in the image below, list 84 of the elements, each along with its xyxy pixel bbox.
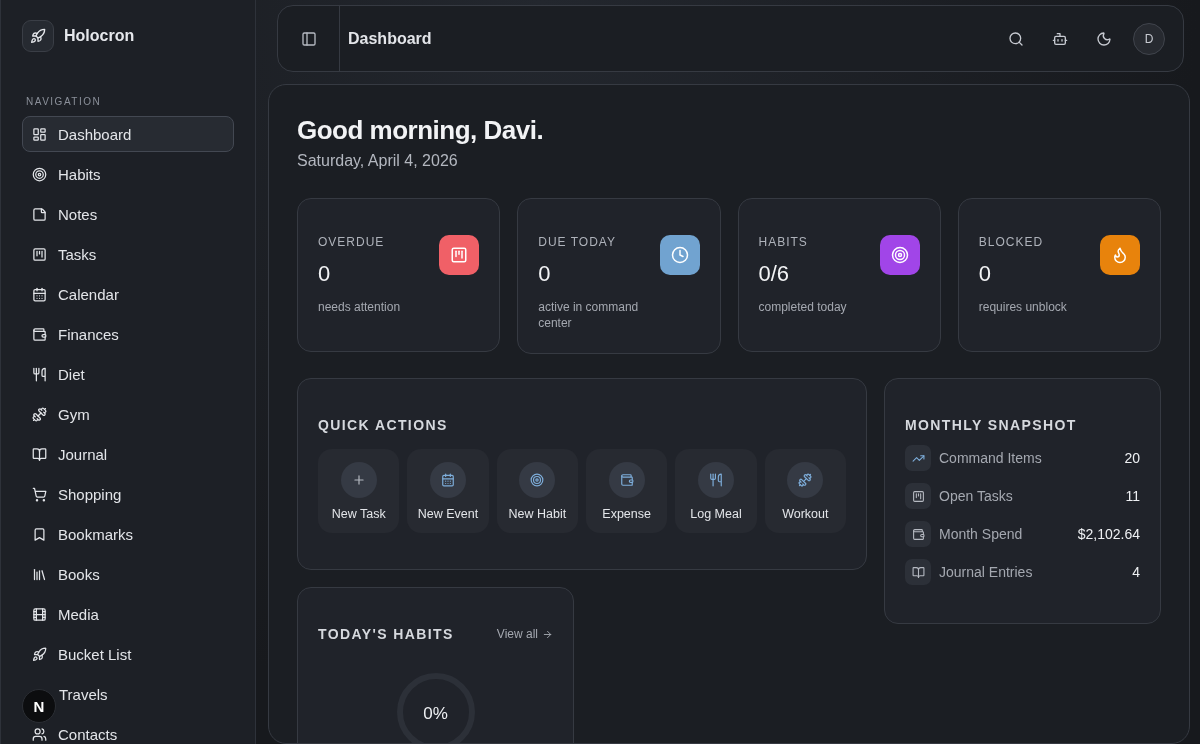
- nav-item[interactable]: Calendar: [22, 276, 234, 312]
- stat-label: BLOCKED: [978, 235, 1045, 249]
- cart-icon: [32, 486, 47, 502]
- progress-reading: 0%: [423, 704, 448, 724]
- rocket-icon: [22, 20, 54, 52]
- stat-label: OVERDUE: [318, 235, 386, 249]
- stat-caption: needs attention: [318, 299, 402, 315]
- stat-value: 0/6: [758, 261, 791, 287]
- wallet-icon: [905, 521, 931, 547]
- nav-item[interactable]: Tasks: [22, 236, 234, 272]
- snapshot-label: Month Spend: [939, 526, 1024, 542]
- panel-title: MONTHLY SNAPSHOT: [905, 417, 1078, 433]
- stat-value: 0: [978, 261, 992, 287]
- arrow-icon: [542, 628, 553, 640]
- panel-icon: [300, 30, 317, 47]
- view-all-link[interactable]: View all: [496, 627, 553, 641]
- avatar-button[interactable]: D: [1133, 22, 1165, 55]
- stat-value: 0: [538, 261, 552, 287]
- rocket-icon: [32, 646, 47, 662]
- quick-action-button[interactable]: Workout: [764, 449, 846, 533]
- trend-icon: [905, 445, 931, 471]
- library-icon: [32, 566, 47, 582]
- brand-name: Holocron: [64, 27, 135, 45]
- nav-item[interactable]: Media: [22, 596, 234, 632]
- stat-label: HABITS: [758, 235, 809, 249]
- nav-item[interactable]: Bookmarks: [22, 516, 234, 552]
- nav-item[interactable]: Books: [22, 556, 234, 592]
- nav-item[interactable]: Journal: [22, 436, 234, 472]
- nav-item[interactable]: Dashboard: [22, 116, 234, 152]
- stat-label: DUE TODAY: [538, 235, 617, 249]
- utensils-icon: [32, 366, 47, 382]
- target-icon: [32, 166, 47, 182]
- kanban-icon: [905, 483, 931, 509]
- target-icon: [519, 461, 556, 498]
- nav-item[interactable]: Bucket List: [22, 636, 234, 672]
- quick-action-button[interactable]: Log Meal: [675, 449, 757, 533]
- stat-caption: requires unblock: [978, 299, 1068, 315]
- quick-action-button[interactable]: New Event: [407, 449, 489, 533]
- nav-item[interactable]: Shopping: [22, 476, 234, 512]
- snapshot-value: 11: [1125, 488, 1140, 504]
- snapshot-value: 20: [1124, 450, 1140, 466]
- plus-icon: [340, 461, 377, 498]
- panel-title: TODAY'S HABITS: [318, 626, 454, 642]
- stat-caption: completed today: [758, 299, 848, 315]
- moon-icon: [1096, 30, 1112, 47]
- wallet-icon: [608, 461, 645, 498]
- dashboard-icon: [32, 126, 47, 142]
- dumbbell-icon: [787, 461, 824, 498]
- snapshot-value: 4: [1132, 564, 1140, 580]
- nav-item[interactable]: Habits: [22, 156, 234, 192]
- snapshot-label: Open Tasks: [939, 488, 1014, 504]
- robot-icon: [1052, 30, 1068, 47]
- snapshot-label: Command Items: [939, 450, 1043, 466]
- nav-item[interactable]: Travels: [58, 676, 234, 712]
- wallet-icon: [32, 326, 47, 342]
- greeting: Good morning, Davi.: [297, 115, 545, 146]
- book-icon: [32, 446, 47, 462]
- calendar-icon: [32, 286, 47, 302]
- nav-item[interactable]: Finances: [22, 316, 234, 352]
- quick-action-button[interactable]: New Habit: [496, 449, 578, 533]
- nav-item[interactable]: Gym: [22, 396, 234, 432]
- date-text: Saturday, April 4, 2026: [297, 152, 459, 170]
- nav-item[interactable]: Diet: [22, 356, 234, 392]
- section-label: NAVIGATION: [26, 96, 103, 107]
- quick-action-button[interactable]: Expense: [586, 449, 668, 533]
- snapshot-value: $2,102.64: [1077, 526, 1140, 542]
- calendar-icon: [430, 461, 466, 498]
- kanban-icon: [32, 246, 47, 262]
- note-icon: [32, 206, 47, 222]
- page-title: Dashboard: [348, 29, 433, 48]
- utensils-icon: [697, 461, 734, 498]
- nav-item[interactable]: Notes: [22, 196, 234, 232]
- stat-caption: active in command center: [538, 299, 640, 331]
- book-icon: [905, 559, 931, 585]
- film-icon: [32, 606, 47, 622]
- dumbbell-icon: [32, 406, 47, 422]
- panel-title: QUICK ACTIONS: [318, 417, 449, 433]
- bookmark-icon: [32, 526, 47, 542]
- stat-value: 0: [318, 261, 332, 287]
- quick-action-button[interactable]: New Task: [318, 449, 400, 533]
- search-icon: [1008, 30, 1024, 47]
- snapshot-label: Journal Entries: [939, 564, 1034, 580]
- dev-badge[interactable]: N: [22, 689, 56, 723]
- users-icon: [32, 726, 47, 742]
